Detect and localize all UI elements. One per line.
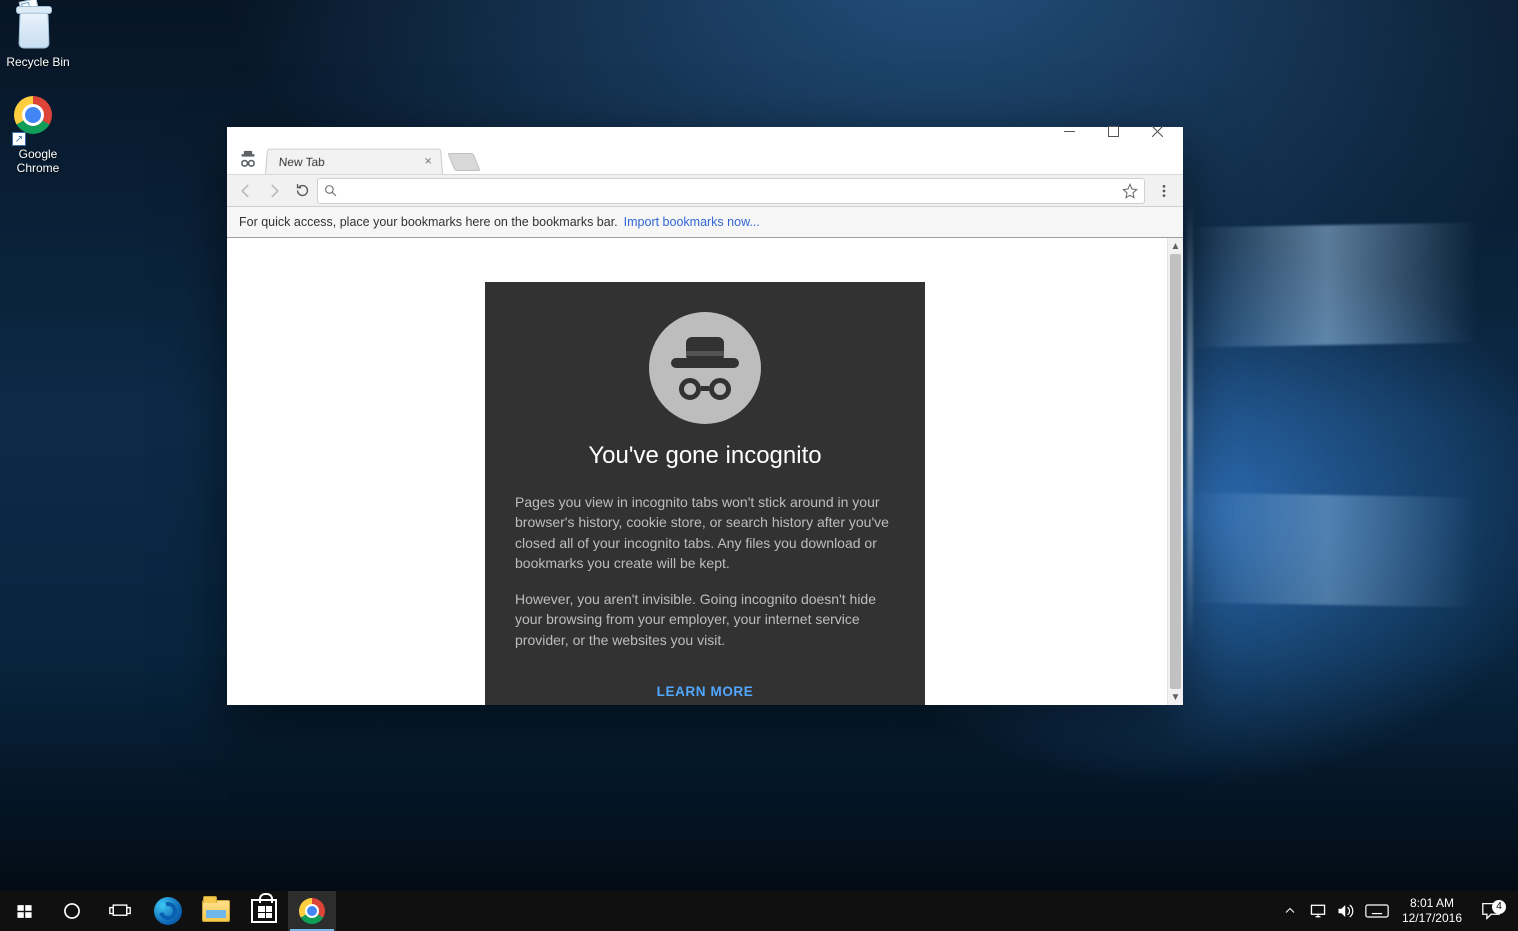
chrome-menu-button[interactable] [1151,178,1177,204]
incognito-paragraph: However, you aren't invisible. Going inc… [515,589,895,650]
incognito-indicator-icon [237,149,259,171]
tab-strip: New Tab × [227,145,1183,174]
import-bookmarks-link[interactable]: Import bookmarks now... [624,215,760,229]
wallpaper-beam [1187,200,1193,650]
taskbar-app-store[interactable] [240,891,288,931]
desktop-icon-recycle-bin[interactable]: Recycle Bin [0,4,76,69]
incognito-hero-icon [649,312,761,424]
window-maximize-button[interactable] [1091,117,1135,145]
scrollbar-down-button[interactable]: ▼ [1168,689,1183,705]
store-icon [251,899,277,923]
bookmarks-hint-text: For quick access, place your bookmarks h… [239,215,618,229]
nav-back-button[interactable] [233,178,259,204]
search-icon [324,184,337,197]
nav-forward-button[interactable] [261,178,287,204]
desktop-icon-google-chrome[interactable]: ↗ Google Chrome [0,96,76,175]
taskbar-app-file-explorer[interactable] [192,891,240,931]
nav-reload-button[interactable] [289,178,315,204]
wallpaper-streak [1188,222,1478,347]
tray-network-icon[interactable] [1304,891,1332,931]
scrollbar-up-button[interactable]: ▲ [1168,238,1183,254]
tab-title: New Tab [278,155,325,169]
incognito-card: You've gone incognito Pages you view in … [485,282,925,705]
shortcut-overlay-icon: ↗ [12,132,26,146]
tray-volume-icon[interactable] [1332,891,1360,931]
chrome-icon [299,898,325,924]
tray-input-indicator-icon[interactable] [1360,891,1394,931]
file-explorer-icon [202,900,230,922]
browser-tab[interactable]: New Tab × [265,149,443,174]
titlebar[interactable] [227,127,1183,145]
wallpaper-streak [1188,492,1478,607]
desktop-icon-label: Google Chrome [0,147,76,175]
incognito-paragraph: Pages you view in incognito tabs won't s… [515,492,895,573]
desktop[interactable]: Recycle Bin ↗ Google Chrome [0,0,1518,931]
start-button[interactable] [0,891,48,931]
bookmark-star-button[interactable] [1122,183,1138,199]
tab-close-button[interactable]: × [421,154,436,168]
taskbar: 8:01 AM 12/17/2016 4 [0,891,1518,931]
omnibox[interactable] [317,178,1145,204]
chrome-window: New Tab × [227,127,1183,705]
desktop-icon-label: Recycle Bin [0,55,76,69]
recycle-bin-icon [14,4,62,52]
chrome-icon: ↗ [14,96,62,144]
learn-more-link[interactable]: LEARN MORE [657,684,754,699]
action-center-button[interactable]: 4 [1470,902,1512,920]
scrollbar-track[interactable] [1168,254,1183,689]
taskbar-app-edge[interactable] [144,891,192,931]
browser-viewport: You've gone incognito Pages you view in … [227,238,1183,705]
vertical-scrollbar[interactable]: ▲ ▼ [1167,238,1183,705]
clock-date: 12/17/2016 [1402,911,1462,926]
clock-time: 8:01 AM [1402,896,1462,911]
incognito-heading: You've gone incognito [588,442,821,470]
new-tab-button[interactable] [447,153,480,171]
edge-icon [154,897,182,925]
window-close-button[interactable] [1135,117,1179,145]
tray-overflow-button[interactable] [1276,891,1304,931]
cortana-search-button[interactable] [48,891,96,931]
task-view-button[interactable] [96,891,144,931]
taskbar-app-chrome[interactable] [288,891,336,931]
address-input[interactable] [343,180,1116,202]
notification-badge: 4 [1492,900,1506,914]
taskbar-clock[interactable]: 8:01 AM 12/17/2016 [1394,896,1470,926]
bookmarks-bar: For quick access, place your bookmarks h… [227,207,1183,238]
browser-toolbar [227,174,1183,207]
scrollbar-thumb[interactable] [1170,254,1181,689]
window-minimize-button[interactable] [1047,117,1091,145]
